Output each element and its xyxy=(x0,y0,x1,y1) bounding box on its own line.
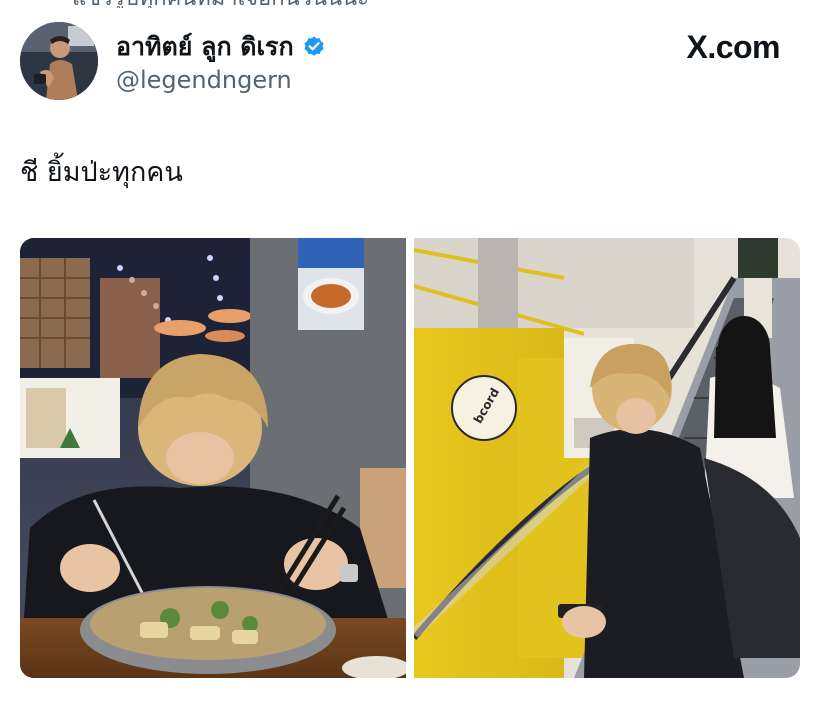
brand-label: X.com xyxy=(686,28,780,65)
avatar-image xyxy=(20,22,98,100)
verified-badge-icon xyxy=(302,35,326,59)
display-name[interactable]: อาทิตย์ ลูก ดิเรก xyxy=(116,27,294,67)
escalator-photo-image: bcord xyxy=(414,238,800,678)
previous-tweet-text-cutoff: แชร์รูปทุกคนที่มาเจอกันวันนี้นะ xyxy=(72,0,452,8)
tweet-photo-2[interactable]: bcord xyxy=(414,238,800,678)
author-name-row: อาทิตย์ ลูก ดิเรก xyxy=(116,30,326,64)
tweet-text: ชี ยิ้มป่ะทุกคน xyxy=(20,157,183,188)
x-brand-watermark: X.com xyxy=(686,27,780,67)
tweet-photo-1[interactable] xyxy=(20,238,406,678)
author-handle[interactable]: @legendngern xyxy=(116,66,292,94)
restaurant-photo-image xyxy=(20,238,406,678)
avatar[interactable] xyxy=(20,22,98,100)
